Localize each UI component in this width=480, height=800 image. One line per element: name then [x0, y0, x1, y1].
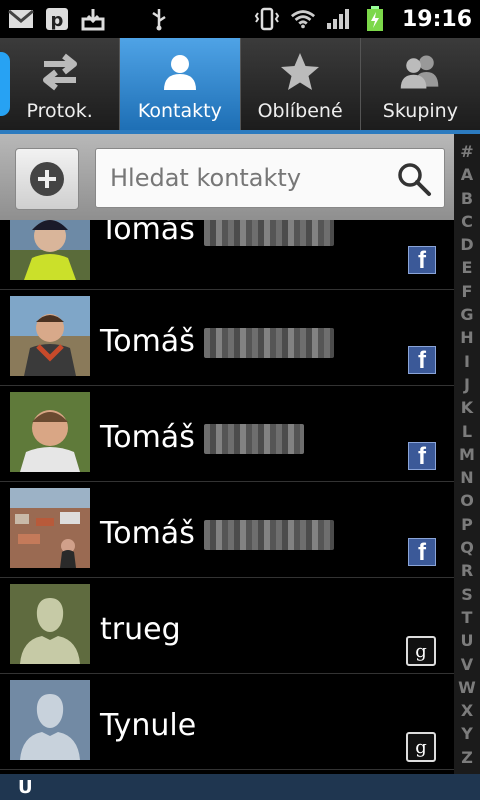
- alphabet-letter[interactable]: Y: [461, 726, 473, 742]
- google-icon: g: [406, 732, 436, 762]
- app-p-icon: p: [44, 7, 70, 31]
- usb-icon: [146, 7, 172, 31]
- alphabet-letter[interactable]: L: [462, 423, 472, 440]
- contact-row[interactable]: trueg g: [0, 578, 454, 674]
- contact-photo: [10, 488, 90, 568]
- svg-text:p: p: [51, 10, 64, 31]
- contact-name: Tomáš: [100, 516, 195, 551]
- contact-row[interactable]: Tomáš f: [0, 220, 454, 290]
- search-icon[interactable]: [396, 161, 432, 197]
- facebook-icon: f: [408, 346, 436, 374]
- tab-bar: Protok. Kontakty Oblíbené Skupiny: [0, 38, 480, 134]
- tab-label: Kontakty: [137, 100, 222, 122]
- status-time: 19:16: [401, 6, 472, 32]
- signal-icon: [326, 7, 352, 31]
- default-contact-icon: [10, 584, 90, 664]
- alphabet-letter[interactable]: A: [461, 167, 473, 183]
- star-icon: [278, 50, 322, 94]
- tab-groups[interactable]: Skupiny: [361, 38, 480, 130]
- add-contact-button[interactable]: [15, 148, 79, 210]
- status-bar-system: 19:16: [254, 6, 472, 32]
- alphabet-letter[interactable]: I: [464, 353, 470, 370]
- alphabet-letter[interactable]: M: [459, 446, 475, 463]
- section-header: U: [0, 774, 480, 800]
- tab-call-log[interactable]: Protok.: [0, 38, 121, 130]
- alphabet-letter[interactable]: B: [461, 190, 473, 207]
- gmail-icon: [8, 7, 34, 31]
- alphabet-letter[interactable]: S: [461, 586, 473, 603]
- alphabet-letter[interactable]: X: [461, 703, 473, 719]
- alphabet-letter[interactable]: H: [460, 330, 473, 346]
- alphabet-letter[interactable]: W: [458, 679, 476, 696]
- contact-name: Tynule: [100, 708, 197, 743]
- alphabet-letter[interactable]: E: [462, 260, 473, 276]
- alphabet-letter[interactable]: G: [460, 307, 473, 323]
- alphabet-letter[interactable]: U: [461, 633, 474, 649]
- contact-name: trueg: [100, 612, 181, 647]
- wifi-icon: [290, 7, 316, 31]
- tab-label: Skupiny: [382, 100, 458, 122]
- default-contact-icon: [10, 680, 90, 760]
- alphabet-letter[interactable]: #: [460, 144, 473, 160]
- tab-label: Oblíbené: [257, 100, 343, 122]
- facebook-icon: f: [408, 246, 436, 274]
- contact-photo: [10, 220, 90, 280]
- alphabet-index[interactable]: # A B C D E F G H I J K L M N O P Q R S T U V W X Y Z: [454, 134, 480, 774]
- download-icon: [80, 7, 106, 31]
- tab-favorites[interactable]: Oblíbené: [241, 38, 361, 130]
- contact-name: Tomáš: [100, 220, 195, 247]
- alphabet-letter[interactable]: K: [461, 400, 473, 416]
- alphabet-letter[interactable]: T: [462, 609, 473, 626]
- alphabet-letter[interactable]: Q: [460, 540, 474, 556]
- search-input[interactable]: [108, 163, 392, 193]
- alphabet-letter[interactable]: F: [462, 283, 473, 300]
- contact-name: Tomáš: [100, 420, 195, 455]
- contact-row[interactable]: Tomáš f: [0, 386, 454, 482]
- contact-name: Tomáš: [100, 324, 195, 359]
- contact-row[interactable]: Tynule g: [0, 674, 454, 770]
- vibrate-icon: [254, 7, 280, 31]
- alphabet-letter[interactable]: Z: [461, 749, 473, 766]
- contact-surname-redacted: [204, 220, 334, 246]
- status-bar-notifications: p: [8, 7, 172, 31]
- facebook-icon: f: [408, 442, 436, 470]
- alphabet-letter[interactable]: D: [460, 237, 473, 253]
- google-icon: g: [406, 636, 436, 666]
- alphabet-letter[interactable]: N: [460, 470, 473, 486]
- tab-contacts[interactable]: Kontakty: [120, 38, 241, 130]
- contact-row[interactable]: Tomáš f: [0, 482, 454, 578]
- alphabet-letter[interactable]: O: [460, 493, 474, 509]
- contact-surname-redacted: [204, 328, 334, 358]
- battery-charging-icon: [362, 6, 388, 31]
- alphabet-letter[interactable]: V: [461, 656, 473, 673]
- contact-person-icon: [158, 50, 202, 94]
- alphabet-letter[interactable]: P: [461, 516, 473, 533]
- alphabet-letter[interactable]: C: [461, 213, 473, 230]
- contact-surname-redacted: [204, 520, 334, 550]
- facebook-icon: f: [408, 538, 436, 566]
- groups-icon: [398, 50, 442, 94]
- contact-photo: [10, 296, 90, 376]
- contact-surname-redacted: [204, 424, 304, 454]
- call-log-icon: [38, 50, 82, 94]
- search-row: [0, 134, 454, 220]
- search-box[interactable]: [95, 148, 445, 208]
- plus-icon: [30, 162, 64, 196]
- alphabet-letter[interactable]: R: [461, 563, 473, 579]
- alphabet-letter[interactable]: J: [464, 376, 470, 393]
- contact-list[interactable]: Tomáš f Tomáš f Tomáš f Tomáš f trueg g: [0, 220, 454, 774]
- tab-label: Protok.: [26, 100, 93, 122]
- section-header-letter: U: [18, 776, 33, 798]
- contact-photo: [10, 392, 90, 472]
- status-bar: p 19:16: [0, 0, 480, 38]
- contact-row[interactable]: Tomáš f: [0, 290, 454, 386]
